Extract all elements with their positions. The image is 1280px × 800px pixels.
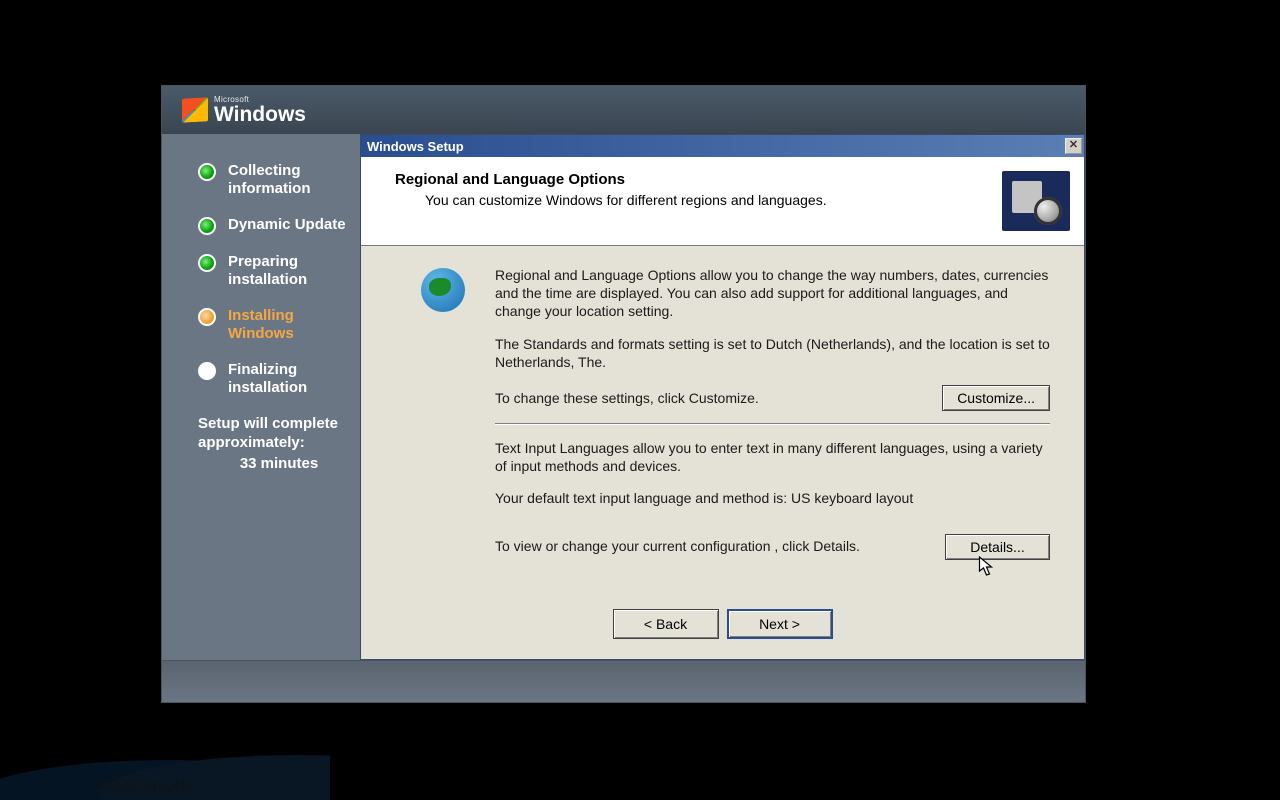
step-pending-icon [198,362,216,380]
section-divider [495,423,1050,425]
windows-flag-icon [182,98,208,122]
step-done-icon [198,254,216,272]
step-collecting-information: Collecting information [198,162,360,198]
watermark-text: OceanofEXE [90,776,192,796]
next-button[interactable]: Next > [727,609,833,639]
dialog-heading: Regional and Language Options [395,171,988,188]
dialog-title: Windows Setup [367,139,464,154]
setup-dialog: Windows Setup ✕ Regional and Language Op… [360,134,1085,660]
step-done-icon [198,217,216,235]
close-button[interactable]: ✕ [1065,138,1082,154]
dialog-header: Regional and Language Options You can cu… [361,157,1084,246]
eta-block: Setup will complete approximately: 33 mi… [198,415,360,473]
step-dynamic-update: Dynamic Update [198,216,360,235]
dialog-subheading: You can customize Windows for different … [395,192,988,208]
regional-desc-2: The Standards and formats setting is set… [495,335,1050,371]
dialog-body: Regional and Language Options allow you … [361,246,1084,597]
step-finalizing-installation: Finalizing installation [198,361,360,397]
regional-desc-1: Regional and Language Options allow you … [495,266,1050,321]
brand-windows: Windows [214,104,306,125]
input-lang-desc-3: To view or change your current configura… [495,537,933,555]
regional-desc-3: To change these settings, click Customiz… [495,389,930,407]
step-done-icon [198,163,216,181]
step-preparing-installation: Preparing installation [198,253,360,289]
details-button[interactable]: Details... [945,534,1050,560]
setup-box-icon [1002,171,1070,231]
input-lang-desc-2: Your default text input language and met… [495,489,1050,507]
dialog-footer: < Back Next > [361,597,1084,659]
header-bar: Microsoft Windows [162,86,1085,134]
dialog-titlebar: Windows Setup ✕ [361,135,1084,157]
customize-button[interactable]: Customize... [942,385,1050,411]
windows-logo: Microsoft Windows [182,96,306,125]
input-lang-desc-1: Text Input Languages allow you to enter … [495,439,1050,475]
step-installing-windows: Installing Windows [198,307,360,343]
globe-icon [421,268,465,312]
watermark: OceanofEXE [0,680,330,800]
setup-steps-sidebar: Collecting information Dynamic Update Pr… [162,134,360,660]
step-active-icon [198,308,216,326]
installer-frame: Microsoft Windows Collecting information… [161,85,1086,703]
back-button[interactable]: < Back [613,609,719,639]
